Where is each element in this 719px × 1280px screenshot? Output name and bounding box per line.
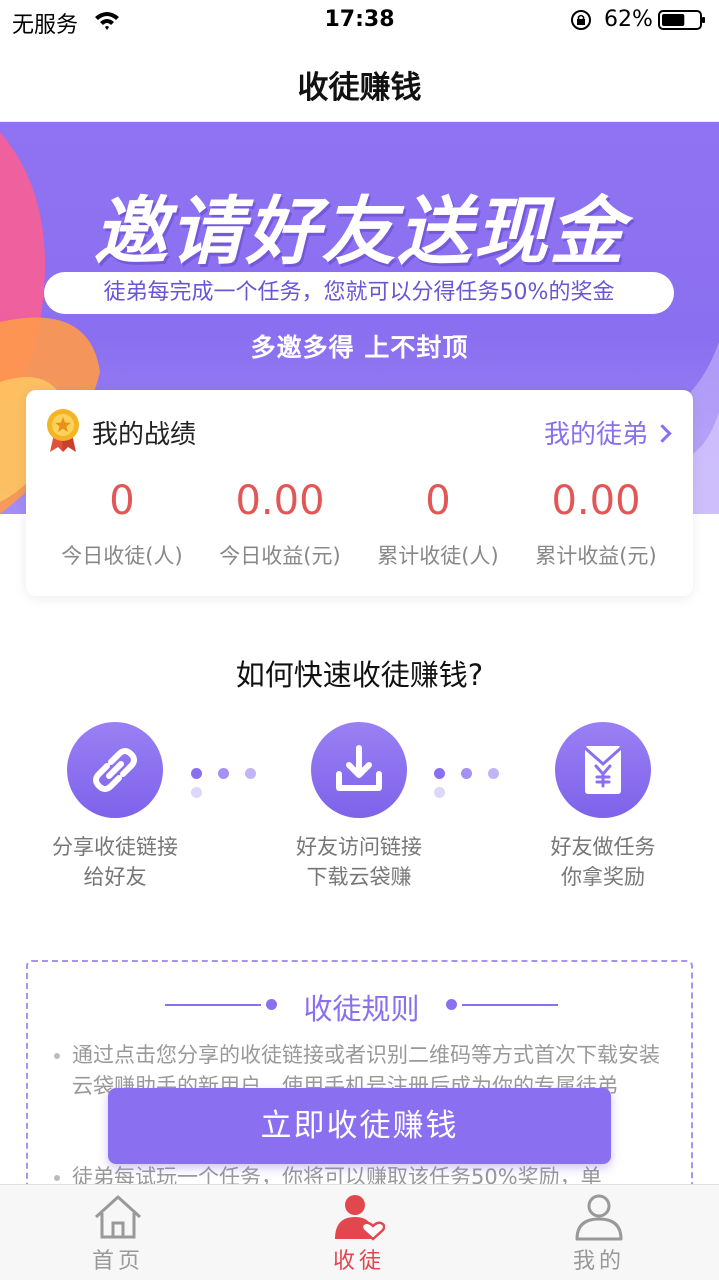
nav-bar: 收徒赚钱	[0, 40, 719, 122]
battery-percent: 62%	[604, 7, 653, 32]
step-label-line: 好友访问链接	[296, 835, 422, 859]
step-icon-circle	[555, 722, 651, 818]
how-to-title: 如何快速收徒赚钱?	[235, 658, 484, 692]
dot	[245, 768, 256, 779]
stat-today-earnings: 0.00 今日收益(元)	[197, 478, 363, 570]
dot	[461, 768, 472, 779]
page-title: 收徒赚钱	[297, 70, 422, 106]
status-bar: 无服务 17:38 62%	[0, 0, 719, 40]
stat-value: 0	[425, 478, 451, 524]
step-label-line: 分享收徒链接	[52, 835, 178, 859]
stat-label: 累计收益(元)	[535, 544, 657, 568]
tab-home[interactable]: 首页	[38, 1185, 198, 1280]
my-record-card: 我的战绩 我的徒弟 0 今日收徒(人) 0.00 今日收益(元) 0 累计收徒(…	[26, 390, 693, 596]
divider-line	[165, 1004, 261, 1006]
stat-value: 0	[109, 478, 135, 524]
divider-line	[462, 1004, 558, 1006]
battery-icon	[658, 10, 705, 30]
dot	[191, 768, 202, 779]
divider-dot	[266, 999, 277, 1010]
home-icon	[94, 1195, 142, 1239]
step-icon-circle	[67, 722, 163, 818]
stat-total-apprentices: 0 累计收徒(人)	[355, 478, 521, 570]
step-label-line: 下载云袋赚	[306, 865, 412, 889]
tab-label: 收徒	[332, 1249, 385, 1274]
stat-today-apprentices: 0 今日收徒(人)	[39, 478, 205, 570]
step-label-line: 好友做任务	[550, 835, 656, 859]
step-label: 好友访问链接 下载云袋赚	[259, 832, 459, 892]
tab-mine[interactable]: 我的	[519, 1185, 679, 1280]
stat-value: 0.00	[551, 478, 641, 524]
my-record-title: 我的战绩	[92, 420, 197, 450]
tab-bar: 首页 收徒 我的	[0, 1184, 719, 1280]
step-label-line: 给好友	[83, 865, 147, 889]
step-share-link: 分享收徒链接 给好友	[15, 722, 215, 892]
my-apprentices-link[interactable]: 我的徒弟	[543, 414, 672, 451]
dot	[434, 768, 445, 779]
link-icon	[93, 748, 137, 792]
stat-value: 0.00	[235, 478, 325, 524]
stat-label: 累计收徒(人)	[377, 544, 499, 568]
step-do-tasks: 好友做任务 你拿奖励	[503, 722, 703, 892]
yuan-envelope-icon	[584, 746, 622, 794]
chevron-right-icon	[653, 424, 672, 443]
medal-icon	[47, 409, 79, 452]
orientation-lock-icon	[571, 10, 591, 30]
hero-title: 邀请好友送现金	[93, 189, 626, 275]
step-visit-link: 好友访问链接 下载云袋赚	[259, 722, 459, 892]
user-icon	[575, 1194, 623, 1241]
rules-heading: 收徒规则	[28, 986, 695, 1028]
divider-dot	[446, 999, 457, 1010]
rules-title: 收徒规则	[303, 992, 420, 1026]
stat-label: 今日收徒(人)	[61, 544, 183, 568]
user-heart-icon	[335, 1195, 385, 1241]
hero-reward-note: 徒弟每完成一个任务，您就可以分得任务50%的奖金	[44, 272, 674, 314]
my-apprentices-label: 我的徒弟	[543, 420, 648, 450]
dot	[191, 787, 202, 798]
stat-label: 今日收益(元)	[219, 544, 341, 568]
dot	[434, 787, 445, 798]
step-icon-circle	[311, 722, 407, 818]
step-label: 好友做任务 你拿奖励	[503, 832, 703, 892]
dot	[488, 768, 499, 779]
invite-now-button[interactable]: 立即收徒赚钱	[108, 1088, 611, 1164]
step-label-line: 你拿奖励	[561, 865, 645, 889]
tab-invite[interactable]: 收徒	[279, 1185, 439, 1280]
download-icon	[336, 745, 382, 791]
step-label: 分享收徒链接 给好友	[15, 832, 215, 892]
stat-total-earnings: 0.00 累计收益(元)	[513, 478, 679, 570]
hero-subtitle: 多邀多得 上不封顶	[250, 333, 469, 362]
dot	[218, 768, 229, 779]
tab-label: 我的	[572, 1249, 625, 1274]
tab-label: 首页	[91, 1249, 144, 1274]
